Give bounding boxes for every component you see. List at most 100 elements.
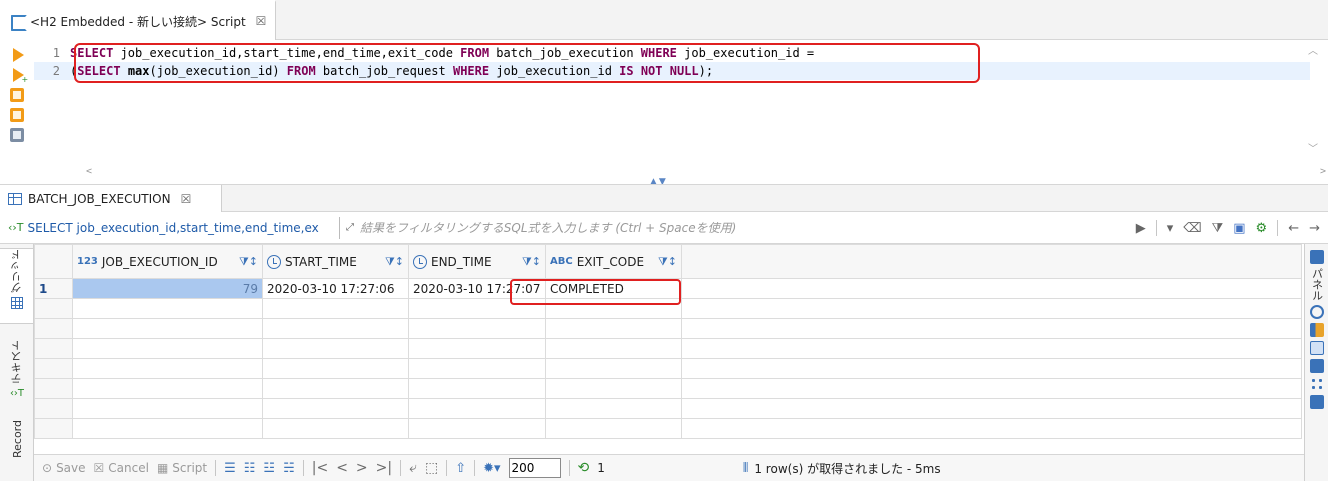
- script-button[interactable]: ▦ Script: [157, 461, 207, 475]
- column-header-start-time[interactable]: START_TIME ⧩↕: [262, 244, 409, 279]
- sql-icon: ‹›T: [8, 221, 24, 234]
- script-icon: [10, 14, 27, 31]
- column-name: EXIT_CODE: [576, 254, 645, 269]
- first-row-icon[interactable]: |<: [312, 460, 328, 476]
- grid-icon: [10, 297, 23, 309]
- editor-tab-script[interactable]: <H2 Embedded - 新しい接続> Script ☒: [0, 0, 276, 40]
- forward-icon[interactable]: →: [1309, 221, 1320, 236]
- grouping-icon[interactable]: [1309, 359, 1324, 373]
- filter-settings-icon[interactable]: ▣: [1233, 221, 1245, 236]
- expand-icon[interactable]: ⤢: [346, 222, 354, 233]
- filter-icon[interactable]: ⧩: [1212, 221, 1224, 236]
- filter-tools: ▶ ▾ ⌫ ⧩ ▣ ⚙ ← →: [1136, 216, 1320, 240]
- refresh-icon[interactable]: ⟲: [578, 460, 590, 476]
- line-number: 1: [52, 46, 60, 60]
- save-button[interactable]: ⊙ Save: [42, 461, 86, 475]
- scroll-down-icon[interactable]: ﹀: [1308, 140, 1318, 155]
- table-icon: [8, 192, 22, 205]
- tab-record[interactable]: Record: [0, 420, 34, 478]
- filter-input[interactable]: ⤢ 結果をフィルタリングするSQL式を入力します (Ctrl + Spaceを使…: [346, 217, 1046, 239]
- results-tab[interactable]: BATCH_JOB_EXECUTION ☒: [0, 185, 222, 212]
- metadata-icon[interactable]: [1309, 341, 1324, 355]
- dots-icon[interactable]: [1309, 377, 1324, 391]
- empty-row: [34, 418, 1302, 439]
- edit-row-icon[interactable]: ☰: [224, 461, 236, 476]
- results-tab-bar: BATCH_JOB_EXECUTION ☒: [0, 184, 1328, 212]
- empty-row: [34, 338, 1302, 359]
- execute-statement-icon[interactable]: [12, 48, 24, 62]
- bottom-toolbar: ⊙ Save ☒ Cancel ▦ Script ☰ ☷ ☳ ☵ |< < > …: [34, 454, 1304, 481]
- eraser-icon[interactable]: ⌫: [1183, 221, 1201, 236]
- back-icon[interactable]: ←: [1288, 221, 1299, 236]
- fetch-all-icon[interactable]: ⬚: [425, 460, 438, 476]
- column-header-end-time[interactable]: END_TIME ⧩↕: [408, 244, 546, 279]
- script-icon: ▦: [156, 461, 169, 475]
- explain-plan-icon[interactable]: [10, 128, 24, 142]
- copy-row-icon[interactable]: ☳: [263, 461, 275, 476]
- editor-tab-title: <H2 Embedded - 新しい接続> Script: [30, 14, 246, 29]
- close-icon[interactable]: ☒: [181, 192, 192, 206]
- empty-row: [34, 378, 1302, 399]
- value-viewer-icon[interactable]: [1309, 305, 1324, 319]
- scroll-left-icon[interactable]: <: [86, 166, 92, 180]
- tab-record-label: Record: [10, 420, 24, 459]
- exit-code-highlight-box: [510, 279, 681, 305]
- export-icon[interactable]: ⇧: [455, 461, 466, 476]
- clock-icon: [267, 254, 281, 269]
- export-icon[interactable]: [1309, 395, 1324, 409]
- fetch-next-icon[interactable]: ⤶: [409, 460, 417, 476]
- prev-row-icon[interactable]: <: [336, 460, 348, 476]
- text-type-icon: ABC: [550, 256, 573, 267]
- script-label: Script: [172, 461, 208, 475]
- column-header-exit-code[interactable]: ABC EXIT_CODE ⧩↕: [545, 244, 682, 279]
- sql-highlight-box: [74, 43, 980, 83]
- sort-filter-icon[interactable]: ⧩↕: [239, 255, 258, 269]
- sort-filter-icon[interactable]: ⧩↕: [658, 255, 677, 269]
- panels-icon[interactable]: ⚙: [1256, 221, 1268, 236]
- tab-text-label: テキスト: [10, 340, 23, 384]
- query-label[interactable]: ‹›T SELECT job_execution_id,start_time,e…: [8, 216, 340, 239]
- column-name: JOB_EXECUTION_ID: [101, 254, 218, 269]
- clock-icon: [413, 254, 427, 269]
- horizontal-scrollbar[interactable]: < >: [86, 166, 1326, 180]
- results-table: 123 JOB_EXECUTION_ID ⧩↕ START_TIME ⧩↕ EN…: [34, 244, 1302, 439]
- scroll-up-icon[interactable]: ︿: [1308, 42, 1318, 57]
- results-tab-title: BATCH_JOB_EXECUTION: [28, 191, 171, 206]
- tab-text[interactable]: テキスト ‹›T: [0, 340, 34, 410]
- last-row-icon[interactable]: >|: [376, 460, 392, 476]
- add-row-icon[interactable]: ☷: [244, 461, 256, 476]
- editor-toolbar: [0, 40, 34, 180]
- execute-script-new-tab-icon[interactable]: [10, 108, 24, 122]
- cell-job-execution-id[interactable]: 79: [72, 278, 263, 299]
- fetch-size-input[interactable]: [508, 458, 561, 478]
- next-row-icon[interactable]: >: [356, 460, 368, 476]
- filter-history-icon[interactable]: ▾: [1167, 221, 1174, 236]
- query-text: SELECT job_execution_id,start_time,end_t…: [27, 220, 319, 235]
- filter-bar: ‹›T SELECT job_execution_id,start_time,e…: [0, 212, 1328, 244]
- row-number-header[interactable]: [34, 244, 73, 279]
- empty-row: [34, 358, 1302, 379]
- cell-start-time[interactable]: 2020-03-10 17:27:06: [262, 278, 409, 299]
- filter-placeholder: 結果をフィルタリングするSQL式を入力します (Ctrl + Spaceを使用): [360, 221, 737, 235]
- sort-filter-icon[interactable]: ⧩↕: [522, 255, 541, 269]
- panel-toggle-icon[interactable]: [1309, 250, 1324, 264]
- delete-row-icon[interactable]: ☵: [283, 461, 295, 476]
- sort-filter-icon[interactable]: ⧩↕: [385, 255, 404, 269]
- execute-new-tab-icon[interactable]: [12, 68, 28, 84]
- check-icon: ⊙: [42, 461, 53, 475]
- row-number[interactable]: 1: [34, 278, 73, 299]
- scroll-right-icon[interactable]: >: [1320, 166, 1326, 180]
- line-number: 2: [52, 64, 60, 78]
- execute-script-icon[interactable]: [10, 88, 24, 102]
- calc-icon[interactable]: [1309, 323, 1324, 337]
- settings-gear-icon[interactable]: ✹▾: [483, 461, 500, 476]
- tab-grid[interactable]: グリッド: [0, 248, 34, 324]
- sql-editor[interactable]: 1 SELECT job_execution_id,start_time,end…: [34, 40, 1326, 180]
- cancel-button[interactable]: ☒ Cancel: [94, 461, 149, 475]
- panel-label[interactable]: パネル: [1309, 268, 1325, 301]
- column-name: START_TIME: [285, 254, 357, 269]
- column-header-job-execution-id[interactable]: 123 JOB_EXECUTION_ID ⧩↕: [72, 244, 263, 279]
- tab-grid-label: グリッド: [9, 249, 23, 293]
- apply-filter-icon[interactable]: ▶: [1136, 221, 1146, 236]
- close-icon[interactable]: ☒: [256, 14, 267, 28]
